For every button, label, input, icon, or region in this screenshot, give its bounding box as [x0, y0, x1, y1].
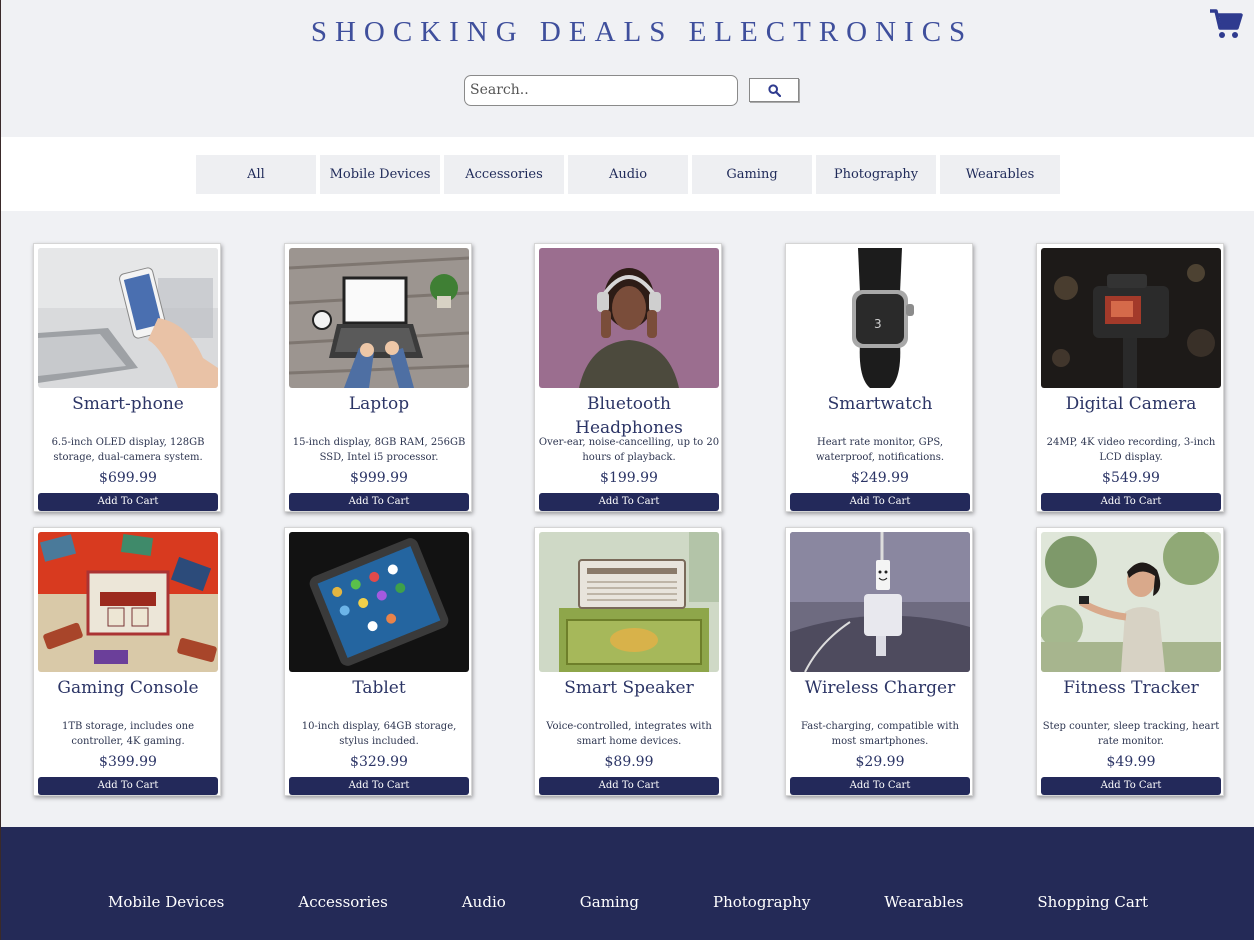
- product-name: Gaming Console: [57, 678, 199, 698]
- add-to-cart-button[interactable]: Add To Cart: [1041, 777, 1221, 795]
- product-description: Fast-charging, compatible with most smar…: [801, 721, 959, 747]
- product-description: 1TB storage, includes one controller, 4K…: [61, 721, 195, 747]
- search-bar: [464, 74, 799, 106]
- product-card: Tablet 10-inch display, 64GB storage, st…: [284, 527, 472, 796]
- product-card: Fitness Tracker Step counter, sleep trac…: [1036, 527, 1224, 796]
- footer-link-accessories[interactable]: Accessories: [298, 893, 387, 911]
- headphones-photo: [539, 248, 719, 388]
- console-photo: [38, 532, 218, 672]
- footer-link-audio[interactable]: Audio: [462, 893, 506, 911]
- product-card: Smart Speaker Voice-controlled, integrat…: [534, 527, 722, 796]
- fitness-photo: [1041, 532, 1221, 672]
- footer-link-photography[interactable]: Photography: [713, 893, 810, 911]
- product-description: Over-ear, noise-cancelling, up to 20 hou…: [538, 437, 720, 463]
- camera-photo: [1041, 248, 1221, 388]
- product-price: $49.99: [1106, 754, 1156, 770]
- product-description: Heart rate monitor, GPS, waterproof, not…: [815, 437, 945, 463]
- add-to-cart-button[interactable]: Add To Cart: [790, 777, 970, 795]
- product-name: Digital Camera: [1065, 394, 1197, 414]
- add-to-cart-button[interactable]: Add To Cart: [539, 777, 719, 795]
- category-gaming[interactable]: Gaming: [692, 154, 812, 194]
- product-name: Fitness Tracker: [1063, 678, 1199, 698]
- category-wearables[interactable]: Wearables: [940, 154, 1060, 194]
- add-to-cart-button[interactable]: Add To Cart: [289, 493, 469, 511]
- footer-link-mobile-devices[interactable]: Mobile Devices: [108, 893, 224, 911]
- add-to-cart-button[interactable]: Add To Cart: [289, 777, 469, 795]
- product-card: Wireless Charger Fast-charging, compatib…: [785, 527, 973, 796]
- product-card: Digital Camera 24MP, 4K video recording,…: [1036, 243, 1224, 512]
- product-card: Bluetooth Headphones Over-ear, noise-can…: [534, 243, 722, 512]
- product-card: Laptop 15-inch display, 8GB RAM, 256GB S…: [284, 243, 472, 512]
- product-price: $329.99: [350, 754, 408, 770]
- product-price: $549.99: [1102, 470, 1160, 486]
- smartphone-photo: [38, 248, 218, 388]
- speaker-photo: [539, 532, 719, 672]
- product-price: $699.99: [99, 470, 157, 486]
- site-header: SHOCKING DEALS ELECTRONICS: [1, 0, 1254, 137]
- brand-title: SHOCKING DEALS ELECTRONICS: [310, 16, 974, 48]
- shopping-cart-icon[interactable]: [1209, 8, 1243, 40]
- product-price: $29.99: [855, 754, 905, 770]
- add-to-cart-button[interactable]: Add To Cart: [38, 777, 218, 795]
- product-name: Smart-phone: [72, 394, 184, 414]
- site-footer: Mobile Devices Accessories Audio Gaming …: [1, 827, 1254, 940]
- product-name: Laptop: [348, 394, 410, 414]
- product-price: $399.99: [99, 754, 157, 770]
- product-card: 3 Smartwatch Heart rate monitor, GPS, wa…: [785, 243, 973, 512]
- charger-photo: [790, 532, 970, 672]
- category-accessories[interactable]: Accessories: [444, 154, 564, 194]
- tablet-photo: [289, 532, 469, 672]
- product-description: 15-inch display, 8GB RAM, 256GB SSD, Int…: [292, 437, 466, 463]
- category-all[interactable]: All: [196, 154, 316, 194]
- search-input[interactable]: [464, 74, 738, 106]
- product-description: Step counter, sleep tracking, heart rate…: [1042, 721, 1220, 747]
- product-price: $249.99: [851, 470, 909, 486]
- category-photography[interactable]: Photography: [816, 154, 936, 194]
- product-name: Smart Speaker: [564, 678, 694, 698]
- product-price: $999.99: [350, 470, 408, 486]
- product-name: Smartwatch: [827, 394, 933, 414]
- footer-link-gaming[interactable]: Gaming: [580, 893, 639, 911]
- product-card: Gaming Console 1TB storage, includes one…: [33, 527, 221, 796]
- footer-link-wearables[interactable]: Wearables: [884, 893, 963, 911]
- svg-text:3: 3: [874, 317, 882, 331]
- smartwatch-photo: 3: [790, 248, 970, 388]
- search-button[interactable]: [749, 78, 799, 102]
- product-description: Voice-controlled, integrates with smart …: [546, 721, 712, 747]
- product-name: Bluetooth Headphones: [575, 394, 683, 438]
- product-name: Tablet: [352, 678, 406, 698]
- product-name: Wireless Charger: [804, 678, 956, 698]
- category-mobile-devices[interactable]: Mobile Devices: [320, 154, 440, 194]
- search-icon: [767, 83, 781, 97]
- product-card: Smart-phone 6.5-inch OLED display, 128GB…: [33, 243, 221, 512]
- product-description: 10-inch display, 64GB storage, stylus in…: [301, 721, 457, 747]
- footer-link-shopping-cart[interactable]: Shopping Cart: [1037, 893, 1148, 911]
- add-to-cart-button[interactable]: Add To Cart: [539, 493, 719, 511]
- product-price: $199.99: [600, 470, 658, 486]
- add-to-cart-button[interactable]: Add To Cart: [790, 493, 970, 511]
- product-description: 6.5-inch OLED display, 128GB storage, du…: [51, 437, 205, 463]
- add-to-cart-button[interactable]: Add To Cart: [38, 493, 218, 511]
- product-description: 24MP, 4K video recording, 3-inch LCD dis…: [1046, 437, 1216, 463]
- laptop-photo: [289, 248, 469, 388]
- category-audio[interactable]: Audio: [568, 154, 688, 194]
- add-to-cart-button[interactable]: Add To Cart: [1041, 493, 1221, 511]
- category-nav: All Mobile Devices Accessories Audio Gam…: [1, 137, 1254, 211]
- product-price: $89.99: [604, 754, 654, 770]
